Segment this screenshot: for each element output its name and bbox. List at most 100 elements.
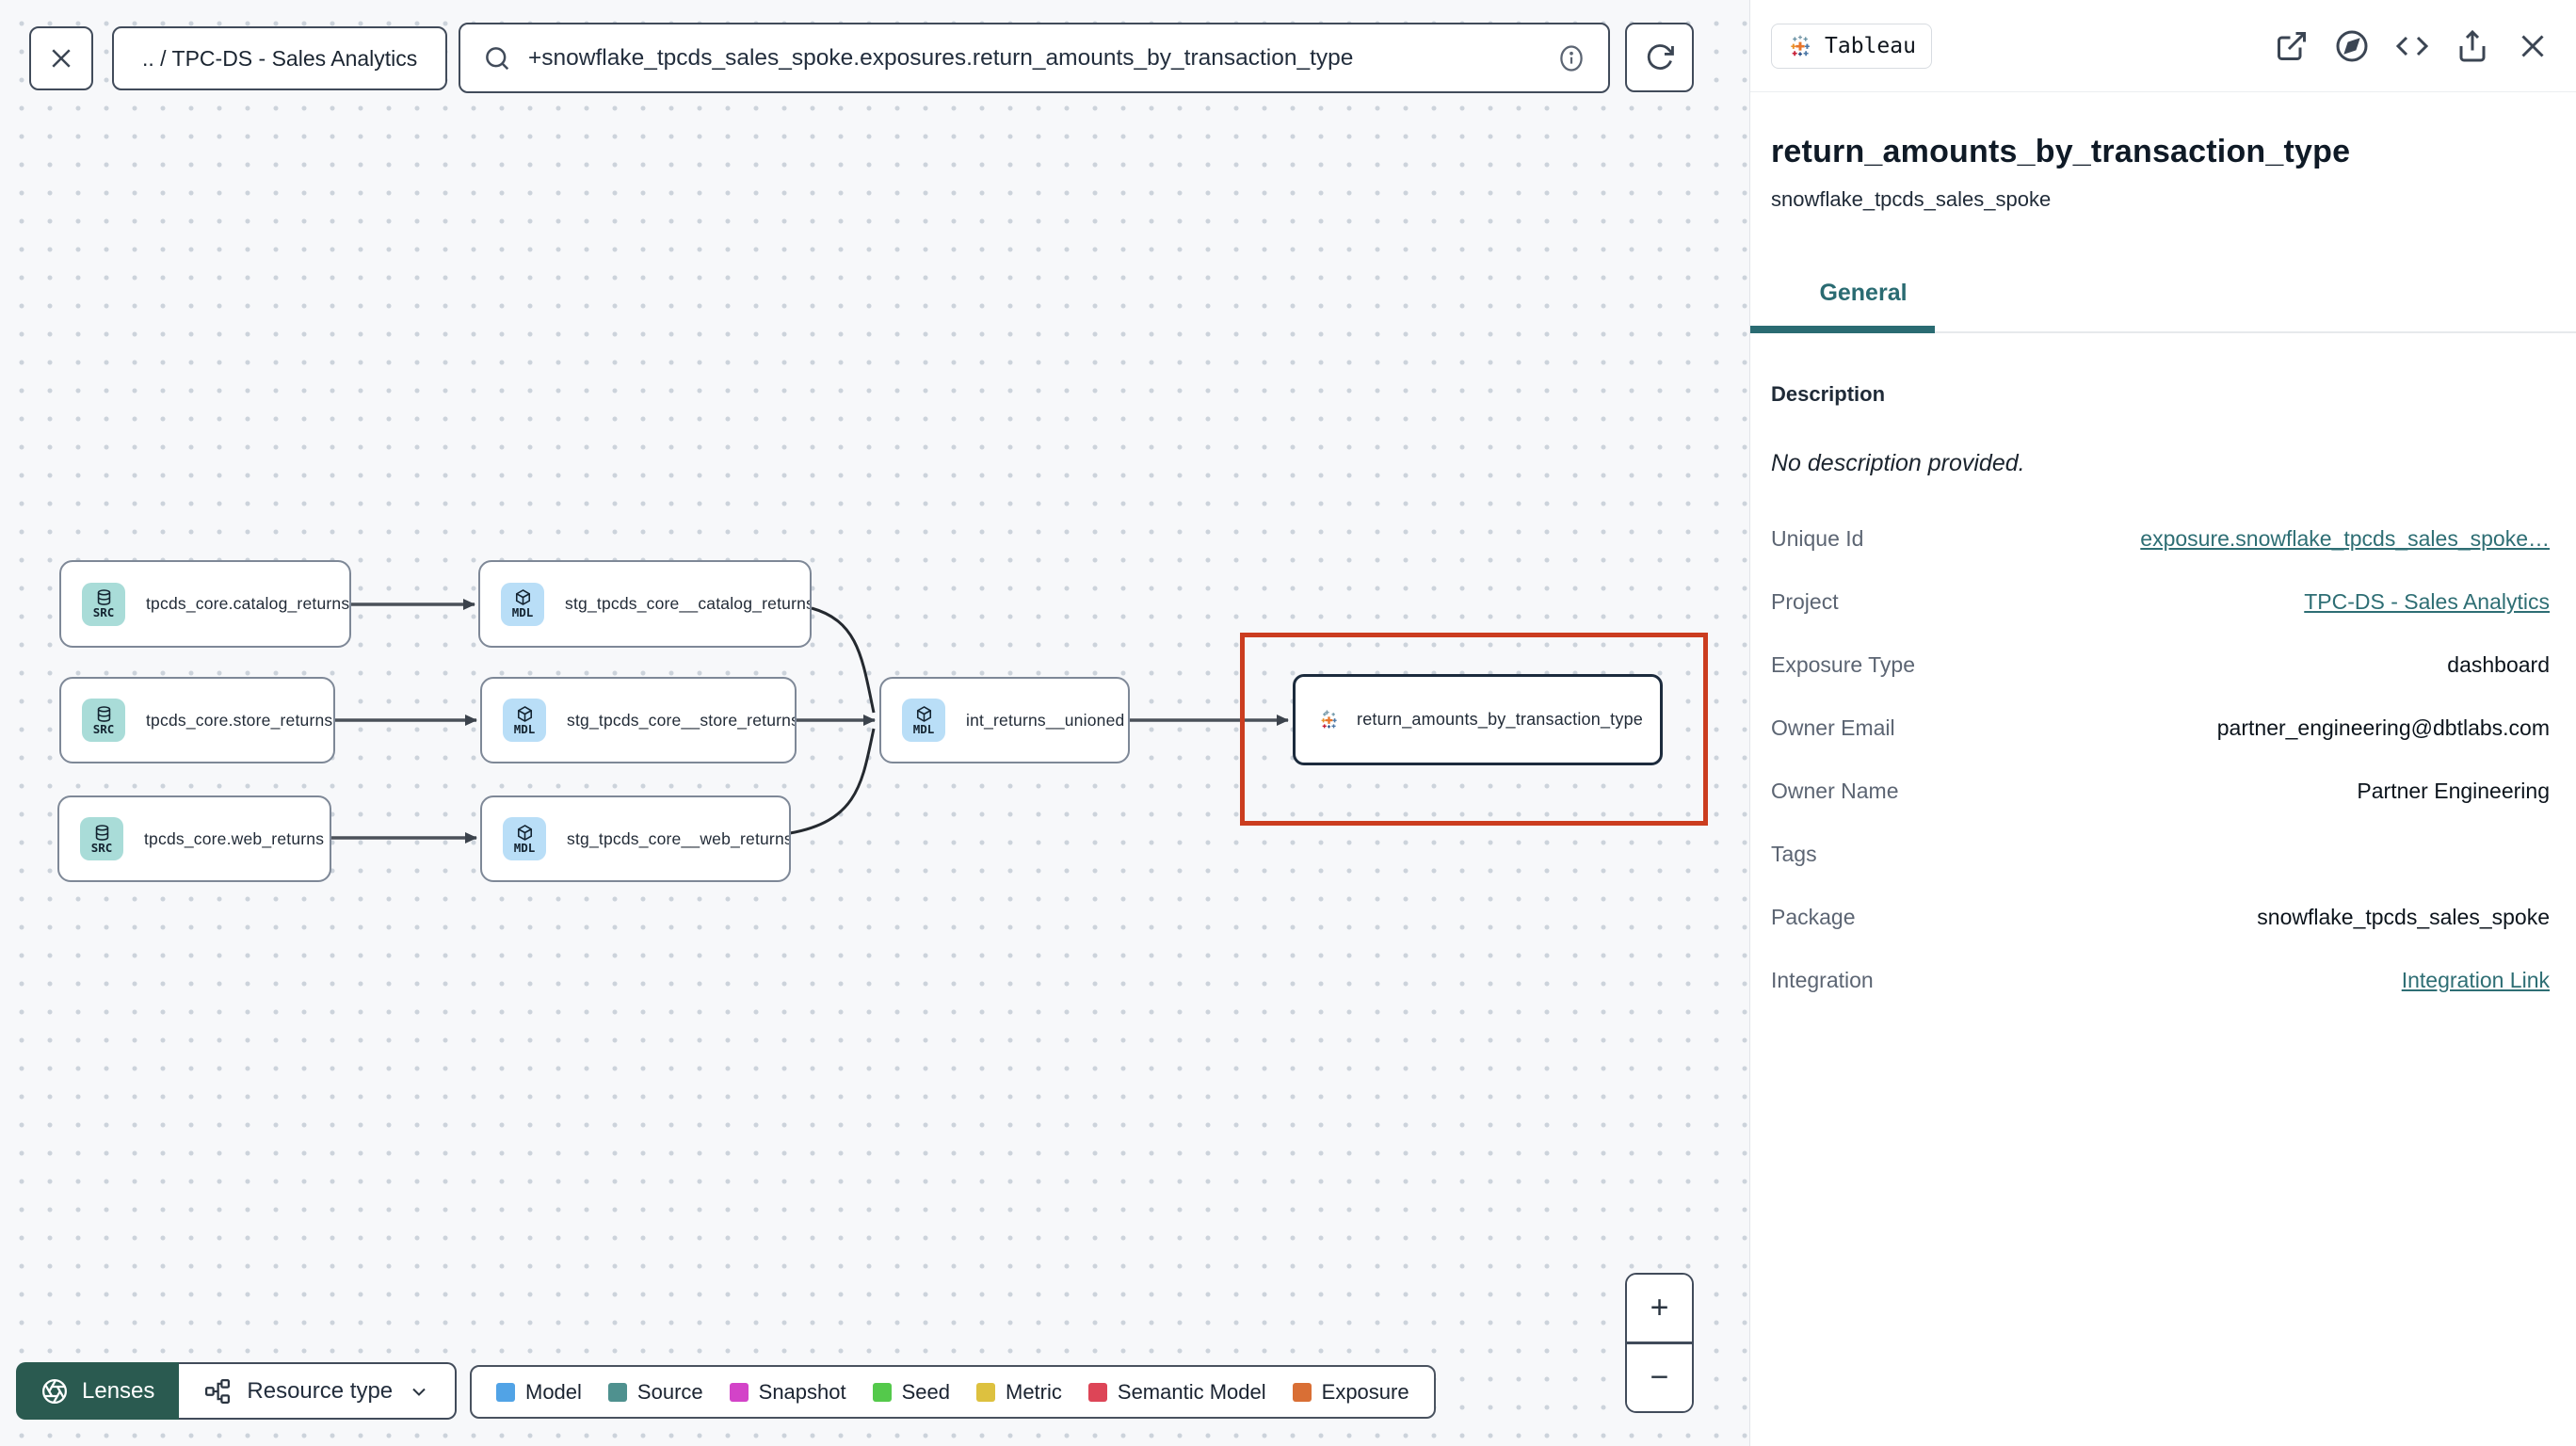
- close-lineage-button[interactable]: [29, 26, 93, 90]
- semantic-model-swatch: [1087, 1382, 1107, 1402]
- model-swatch: [496, 1382, 515, 1402]
- lenses-control-group: Lenses Resource type: [16, 1362, 458, 1420]
- tableau-integration-chip[interactable]: Tableau: [1771, 23, 1932, 69]
- seed-swatch: [872, 1382, 892, 1402]
- details-panel: Tableau return_amounts_by_transaction_ty…: [1749, 0, 2576, 1446]
- compass-icon: [2336, 30, 2368, 61]
- source-swatch: [607, 1382, 627, 1402]
- open-external-button[interactable]: [2275, 29, 2309, 63]
- integration-chip-label: Tableau: [1825, 33, 1916, 58]
- package-value: snowflake_tpcds_sales_spoke: [2257, 905, 2550, 929]
- lineage-search: [459, 23, 1610, 93]
- legend-item-seed: Seed: [872, 1380, 950, 1405]
- source-badge: SRC: [80, 817, 123, 860]
- page-title: return_amounts_by_transaction_type: [1771, 134, 2351, 169]
- source-badge: SRC: [82, 582, 125, 626]
- cube-icon: [517, 824, 532, 841]
- code-icon: [2395, 36, 2429, 56]
- legend-item-exposure: Exposure: [1292, 1380, 1409, 1405]
- breadcrumb[interactable]: .. / TPC-DS - Sales Analytics: [112, 26, 448, 90]
- detail-row-project: Project TPC-DS - Sales Analytics: [1771, 589, 2550, 615]
- node-label: int_returns__unioned: [966, 710, 1125, 730]
- hierarchy-icon: [205, 1378, 231, 1404]
- graph-node-source-store-returns[interactable]: SRC tpcds_core.store_returns: [59, 677, 335, 763]
- database-icon: [97, 589, 110, 606]
- close-icon: [52, 49, 71, 68]
- graph-node-exposure-return-amounts[interactable]: return_amounts_by_transaction_type: [1293, 674, 1663, 765]
- close-icon: [2521, 34, 2544, 57]
- graph-node-model-stg-catalog-returns[interactable]: MDL stg_tpcds_core__catalog_returns: [478, 560, 812, 648]
- detail-rows: Unique Id exposure.snowflake_tpcds_sales…: [1771, 526, 2550, 993]
- owner-name-value: Partner Engineering: [2357, 779, 2550, 803]
- resource-type-dropdown[interactable]: Resource type: [179, 1362, 458, 1420]
- integration-link[interactable]: Integration Link: [2402, 968, 2550, 993]
- model-badge: MDL: [902, 699, 945, 742]
- details-panel-header: Tableau: [1750, 0, 2576, 92]
- database-icon: [95, 824, 108, 841]
- panel-tabs: General: [1771, 280, 2552, 331]
- node-label: tpcds_core.web_returns: [144, 828, 325, 848]
- tab-general[interactable]: General: [1771, 280, 1956, 331]
- refresh-icon: [1647, 44, 1674, 70]
- tableau-logo-icon: [1321, 710, 1337, 728]
- view-code-button[interactable]: [2395, 29, 2429, 63]
- info-icon[interactable]: [1557, 44, 1586, 72]
- node-label: stg_tpcds_core__catalog_returns: [565, 594, 812, 613]
- unique-id-link[interactable]: exposure.snowflake_tpcds_sales_spoke…: [2140, 526, 2550, 552]
- metric-swatch: [976, 1382, 995, 1402]
- cube-icon: [517, 705, 532, 722]
- aperture-icon: [42, 1378, 67, 1404]
- legend-item-model: Model: [496, 1380, 582, 1405]
- zoom-out-button[interactable]: −: [1627, 1343, 1692, 1411]
- resource-type-legend: Model Source Snapshot Seed Metric Semant…: [470, 1365, 1436, 1419]
- resource-type-label: Resource type: [247, 1377, 394, 1404]
- tab-divider: [1750, 326, 2576, 333]
- zoom-controls: + −: [1625, 1273, 1694, 1413]
- node-label: stg_tpcds_core__web_returns: [567, 828, 791, 848]
- node-label: return_amounts_by_transaction_type: [1357, 710, 1643, 729]
- detail-row-integration: Integration Integration Link: [1771, 968, 2550, 993]
- graph-node-model-int-returns-unioned[interactable]: MDL int_returns__unioned: [879, 677, 1130, 763]
- close-panel-button[interactable]: [2516, 29, 2550, 63]
- refresh-lineage-button[interactable]: [1625, 23, 1694, 92]
- graph-node-source-web-returns[interactable]: SRC tpcds_core.web_returns: [57, 795, 331, 882]
- detail-row-owner-email: Owner Email partner_engineering@dbtlabs.…: [1771, 715, 2550, 740]
- description-empty-text: No description provided.: [1771, 450, 2025, 476]
- source-badge: SRC: [82, 699, 125, 742]
- breadcrumb-label: .. / TPC-DS - Sales Analytics: [142, 45, 418, 71]
- external-link-icon: [2278, 31, 2306, 60]
- cube-icon: [916, 705, 931, 722]
- model-badge: MDL: [501, 582, 544, 626]
- cube-icon: [515, 589, 530, 606]
- graph-node-source-catalog-returns[interactable]: SRC tpcds_core.catalog_returns: [59, 560, 351, 648]
- detail-row-tags: Tags: [1771, 842, 1817, 866]
- active-tab-indicator: [1750, 326, 1935, 333]
- node-label: stg_tpcds_core__store_returns: [567, 710, 797, 730]
- project-link[interactable]: TPC-DS - Sales Analytics: [2304, 589, 2550, 615]
- search-input[interactable]: [528, 44, 1540, 72]
- legend-item-source: Source: [607, 1380, 703, 1405]
- tableau-logo-icon: [1791, 35, 1810, 56]
- legend-item-snapshot: Snapshot: [729, 1380, 846, 1405]
- search-icon: [486, 46, 509, 70]
- lenses-button[interactable]: Lenses: [16, 1362, 180, 1420]
- detail-row-exposure-type: Exposure Type dashboard: [1771, 652, 2550, 677]
- detail-row-package: Package snowflake_tpcds_sales_spoke: [1771, 905, 2550, 929]
- panel-actions: [2275, 29, 2550, 63]
- share-button[interactable]: [2455, 29, 2489, 63]
- model-badge: MDL: [503, 699, 546, 742]
- legend-item-metric: Metric: [976, 1380, 1062, 1405]
- share-icon: [2459, 29, 2486, 61]
- node-label: tpcds_core.store_returns: [146, 710, 333, 730]
- explore-button[interactable]: [2335, 29, 2369, 63]
- database-icon: [97, 705, 110, 722]
- exposure-type-value: dashboard: [2447, 652, 2550, 677]
- chevron-down-icon: [412, 1388, 426, 1396]
- detail-row-unique-id: Unique Id exposure.snowflake_tpcds_sales…: [1771, 526, 2550, 552]
- zoom-in-button[interactable]: +: [1627, 1275, 1692, 1342]
- graph-node-model-stg-store-returns[interactable]: MDL stg_tpcds_core__store_returns: [480, 677, 797, 763]
- snapshot-swatch: [729, 1382, 749, 1402]
- graph-node-model-stg-web-returns[interactable]: MDL stg_tpcds_core__web_returns: [480, 795, 791, 882]
- exposure-swatch: [1292, 1382, 1312, 1402]
- owner-email-value: partner_engineering@dbtlabs.com: [2216, 715, 2550, 740]
